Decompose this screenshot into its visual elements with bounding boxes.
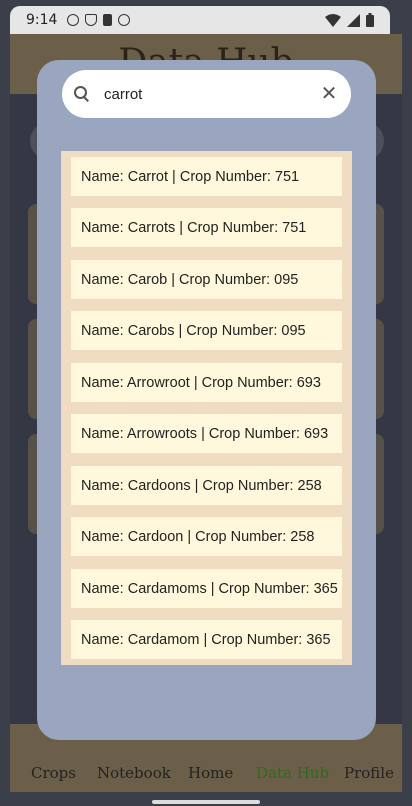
list-item[interactable]: Name: Carrot | Crop Number: 751 bbox=[71, 157, 342, 196]
list-item[interactable]: Name: Arrowroot | Crop Number: 693 bbox=[71, 363, 342, 402]
info-icon bbox=[67, 14, 80, 26]
search-icon bbox=[74, 86, 90, 102]
results-list: Name: Carrot | Crop Number: 751 Name: Ca… bbox=[61, 151, 352, 665]
search-dialog: ✕ Name: Carrot | Crop Number: 751 Name: … bbox=[37, 60, 376, 740]
list-item[interactable]: Name: Cardoon | Crop Number: 258 bbox=[71, 517, 342, 556]
gesture-bar[interactable] bbox=[152, 800, 260, 804]
status-left-icons bbox=[67, 14, 131, 26]
list-item[interactable]: Name: Carobs | Crop Number: 095 bbox=[71, 311, 342, 350]
nav-item-home[interactable]: Home bbox=[188, 764, 233, 782]
list-item[interactable]: Name: Arrowroots | Crop Number: 693 bbox=[71, 414, 342, 453]
list-item[interactable]: Name: Carrots | Crop Number: 751 bbox=[71, 208, 342, 247]
search-bar[interactable]: ✕ bbox=[62, 70, 351, 118]
wifi-icon bbox=[325, 13, 341, 27]
face-icon bbox=[118, 14, 131, 26]
nav-item-profile[interactable]: Profile bbox=[344, 764, 394, 782]
nav-item-data-hub[interactable]: Data Hub bbox=[256, 764, 329, 782]
phone-screen: 9:14 Data Hub Crops Notebook Home Data H… bbox=[0, 0, 412, 806]
list-item[interactable]: Name: Cardamom | Crop Number: 365 bbox=[71, 620, 342, 659]
sim-icon bbox=[103, 14, 113, 26]
list-item[interactable]: Name: Carob | Crop Number: 095 bbox=[71, 260, 342, 299]
nav-item-crops[interactable]: Crops bbox=[31, 764, 76, 782]
status-bar: 9:14 bbox=[10, 6, 390, 34]
shield-icon bbox=[85, 14, 98, 26]
list-item[interactable]: Name: Cardoons | Crop Number: 258 bbox=[71, 466, 342, 505]
battery-icon bbox=[366, 13, 374, 27]
search-input[interactable] bbox=[104, 85, 319, 103]
list-item[interactable]: Name: Cardamoms | Crop Number: 365 bbox=[71, 569, 342, 608]
signal-icon bbox=[347, 13, 360, 27]
close-icon[interactable]: ✕ bbox=[319, 84, 339, 104]
nav-item-notebook[interactable]: Notebook bbox=[97, 764, 171, 782]
status-right-icons bbox=[325, 13, 374, 27]
status-time: 9:14 bbox=[26, 12, 58, 28]
